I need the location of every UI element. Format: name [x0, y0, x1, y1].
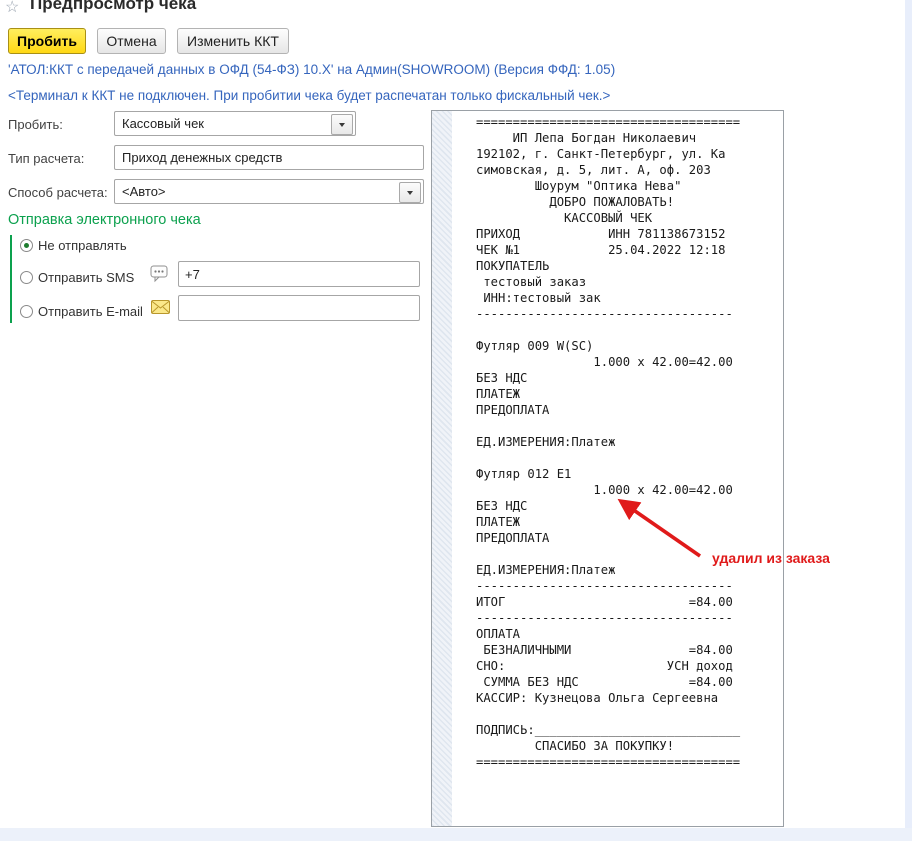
page-title: Предпросмотр чека: [30, 0, 196, 14]
receipt-type-value: Кассовый чек: [122, 116, 204, 131]
receipt-text: ==================================== ИП …: [452, 111, 783, 770]
chevron-down-icon: [339, 123, 345, 127]
send-section-title: Отправка электронного чека: [8, 212, 201, 228]
calc-type-value: Приход денежных средств: [122, 150, 282, 165]
phone-input[interactable]: [178, 261, 420, 287]
window-edge-strip-bottom: [0, 828, 912, 841]
calc-method-combobox[interactable]: <Авто>: [114, 179, 424, 204]
sms-choose-icon[interactable]: [150, 265, 169, 283]
receipt-type-combobox[interactable]: Кассовый чек: [114, 111, 356, 136]
radio-send-email-label[interactable]: Отправить E-mail: [38, 304, 143, 319]
cancel-button[interactable]: Отмена: [97, 28, 166, 54]
device-info-text: 'АТОЛ:ККТ с передачей данных в ОФД (54-Ф…: [8, 62, 615, 77]
receipt-type-label: Пробить:: [8, 117, 63, 132]
calc-method-dropdown-button[interactable]: [399, 182, 421, 203]
favorite-star-icon[interactable]: ☆: [5, 0, 19, 17]
receipt-type-dropdown-button[interactable]: [331, 114, 353, 135]
receipt-preview-panel: ==================================== ИП …: [431, 110, 784, 827]
email-input[interactable]: [178, 295, 420, 321]
radio-send-sms-label[interactable]: Отправить SMS: [38, 270, 134, 285]
annotation-note: удалил из заказа: [712, 550, 830, 566]
terminal-warning-text: <Терминал к ККТ не подключен. При пробит…: [8, 88, 610, 103]
calc-type-label: Тип расчета:: [8, 151, 84, 166]
radio-not-send[interactable]: [20, 239, 33, 252]
radio-not-send-label[interactable]: Не отправлять: [38, 238, 127, 253]
section-group-bar: [10, 235, 12, 323]
commit-button[interactable]: Пробить: [8, 28, 86, 54]
radio-send-email[interactable]: [20, 305, 33, 318]
email-envelope-icon: [151, 300, 170, 314]
calc-type-field[interactable]: Приход денежных средств: [114, 145, 424, 170]
chevron-down-icon: [407, 191, 413, 195]
calc-method-value: <Авто>: [122, 184, 166, 199]
receipt-paper: ==================================== ИП …: [452, 111, 783, 826]
preview-window: ☆ Предпросмотр чека Пробить Отмена Измен…: [0, 0, 912, 841]
window-edge-strip-right: [905, 0, 912, 841]
change-kkt-button[interactable]: Изменить ККТ: [177, 28, 289, 54]
calc-method-label: Способ расчета:: [8, 185, 108, 200]
radio-send-sms[interactable]: [20, 271, 33, 284]
